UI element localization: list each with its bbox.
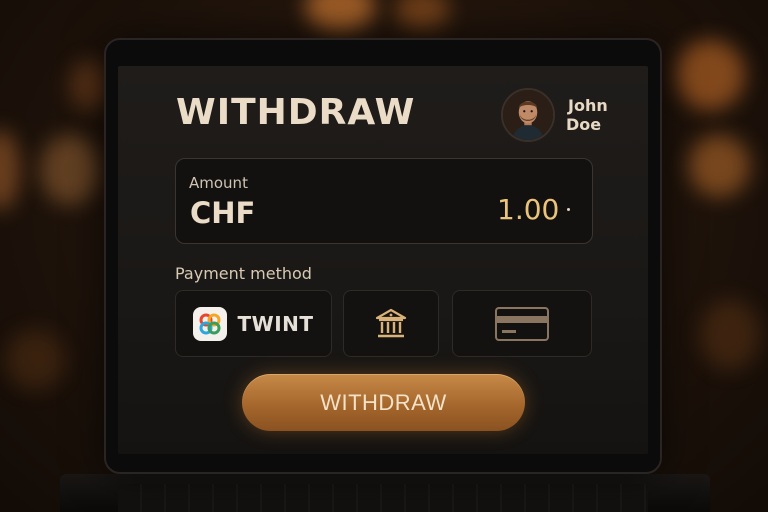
user-first-name: John xyxy=(568,96,608,115)
bokeh-light xyxy=(5,330,65,390)
withdraw-button-label: WITHDRAW xyxy=(320,389,447,415)
twint-label: TWINT xyxy=(237,311,314,336)
page-title: WITHDRAW xyxy=(176,92,416,133)
bokeh-light xyxy=(305,0,375,32)
laptop-keyboard xyxy=(118,484,648,512)
credit-card-icon xyxy=(495,306,549,341)
bokeh-light xyxy=(700,300,760,370)
payment-option-bank[interactable] xyxy=(343,290,439,357)
payment-option-twint[interactable]: TWINT xyxy=(175,290,332,357)
bokeh-light xyxy=(675,40,745,110)
avatar[interactable] xyxy=(501,88,555,142)
bokeh-light xyxy=(688,135,750,197)
user-last-name: Doe xyxy=(566,115,602,134)
withdraw-button[interactable]: WITHDRAW xyxy=(242,374,525,431)
bokeh-light xyxy=(40,135,100,205)
input-caret xyxy=(567,208,570,211)
currency-code: CHF xyxy=(190,196,256,230)
bokeh-light xyxy=(0,130,20,210)
payment-option-card[interactable] xyxy=(452,290,592,357)
user-avatar-icon xyxy=(503,90,553,140)
bokeh-light xyxy=(395,0,450,30)
amount-label: Amount xyxy=(189,174,248,192)
payment-method-label: Payment method xyxy=(175,264,312,283)
amount-value[interactable]: 1.00 xyxy=(497,193,559,226)
bank-icon xyxy=(375,308,407,337)
twint-logo-icon xyxy=(193,306,228,341)
